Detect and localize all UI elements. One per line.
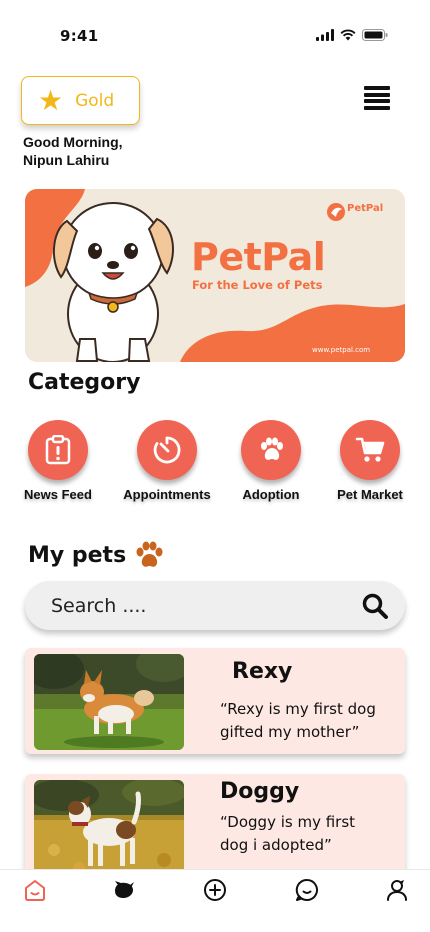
paw-icon <box>241 420 301 480</box>
cart-icon <box>340 420 400 480</box>
category-adoption[interactable]: Adoption <box>237 420 305 502</box>
category-title: Category <box>28 370 141 395</box>
search-input[interactable] <box>51 594 331 617</box>
pet-icon[interactable] <box>112 878 136 902</box>
promo-banner[interactable]: PetPal For the Love of Pets PetPal www.p… <box>25 189 405 362</box>
battery-icon <box>362 29 388 41</box>
chat-icon[interactable] <box>295 878 319 902</box>
profile-icon[interactable] <box>385 878 409 902</box>
bottom-navigation <box>0 869 430 932</box>
status-time: 9:41 <box>60 27 99 45</box>
pet-name: Rexy <box>232 659 293 684</box>
category-label: Appointments <box>123 487 211 502</box>
my-pets-heading: My pets <box>28 541 164 569</box>
greeting-line: Good Morning, <box>23 134 123 150</box>
timer-icon <box>137 420 197 480</box>
pet-quote: “Doggy is my first dog i adopted” <box>220 811 355 857</box>
search-icon[interactable] <box>361 592 389 620</box>
membership-badge[interactable]: ★ Gold <box>21 76 140 125</box>
banner-logo-text: PetPal <box>347 203 384 214</box>
category-list: News Feed Appointments Adoption Pet Mark… <box>0 420 430 510</box>
banner-url: www.petpal.com <box>312 346 371 354</box>
star-icon: ★ <box>38 83 64 117</box>
banner-brand-title: PetPal <box>191 235 326 279</box>
dog-illustration <box>52 202 174 362</box>
pet-card-rexy[interactable]: Rexy “Rexy is my first dog gifted my mot… <box>25 648 405 754</box>
badge-label: Gold <box>75 90 115 111</box>
pet-photo-rexy <box>34 654 184 750</box>
category-label: News Feed <box>24 487 92 502</box>
pet-quote-line: dog i adopted” <box>220 836 332 854</box>
pet-photo-doggy <box>34 780 184 876</box>
user-name: Nipun Lahiru <box>23 152 110 168</box>
clipboard-alert-icon <box>28 420 88 480</box>
category-label: Adoption <box>242 487 300 502</box>
pet-name: Doggy <box>220 779 300 804</box>
home-icon[interactable] <box>23 878 47 902</box>
category-label: Pet Market <box>337 487 403 502</box>
hamburger-menu-icon[interactable] <box>364 86 390 110</box>
signal-icon <box>316 29 334 41</box>
greeting: Good Morning, Nipun Lahiru <box>23 133 123 169</box>
pet-card-doggy[interactable]: Doggy “Doggy is my first dog i adopted” <box>25 774 405 884</box>
category-appointments[interactable]: Appointments <box>116 420 218 502</box>
pet-quote-line: “Rexy is my first dog <box>220 700 376 718</box>
pet-quote: “Rexy is my first dog gifted my mother” <box>220 698 376 744</box>
pet-quote-line: gifted my mother” <box>220 723 360 741</box>
pet-search-bar[interactable] <box>25 581 405 630</box>
status-icons <box>316 29 388 41</box>
status-bar: 9:41 <box>0 0 430 70</box>
add-icon[interactable] <box>203 878 227 902</box>
paw-icon <box>136 541 163 567</box>
banner-tagline: For the Love of Pets <box>192 278 323 292</box>
pet-quote-line: “Doggy is my first <box>220 813 356 831</box>
category-pet-market[interactable]: Pet Market <box>330 420 410 502</box>
wifi-icon <box>340 29 356 41</box>
banner-logo: PetPal <box>325 203 383 214</box>
my-pets-title: My pets <box>28 542 127 568</box>
category-news-feed[interactable]: News Feed <box>20 420 96 502</box>
